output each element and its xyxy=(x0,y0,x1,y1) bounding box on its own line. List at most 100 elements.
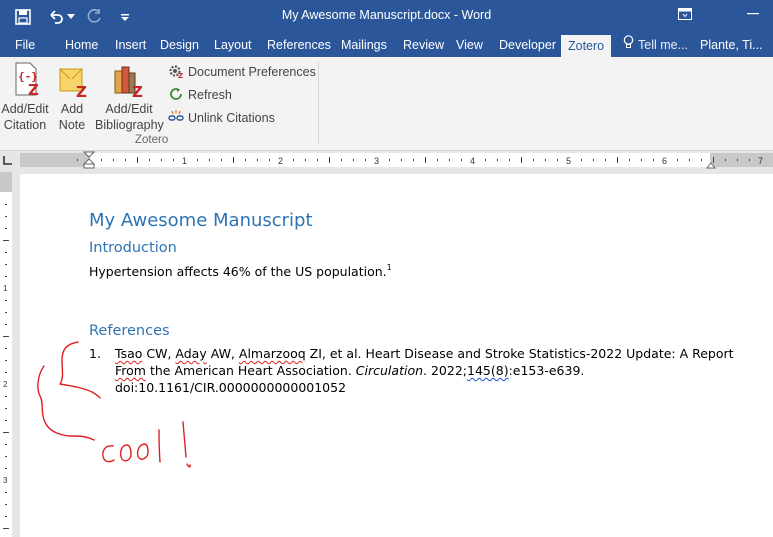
ink-annotation xyxy=(37,341,191,468)
ruler-tick xyxy=(149,159,150,161)
title-bar: My Awesome Manuscript.docx - Word xyxy=(0,0,773,33)
add-note-icon: Z xyxy=(56,61,90,101)
vruler-tick xyxy=(5,468,7,469)
ruler-tick xyxy=(593,159,594,161)
ruler-tick xyxy=(749,159,750,161)
ruler-tick xyxy=(521,157,522,163)
ruler-tick xyxy=(293,159,294,161)
citation-superscript[interactable]: 1 xyxy=(387,263,392,272)
ruler-tick xyxy=(209,159,210,161)
ruler-number: 2 xyxy=(278,156,283,166)
tab-review[interactable]: Review xyxy=(403,33,444,57)
vruler-tick xyxy=(5,504,7,505)
tab-mailings[interactable]: Mailings xyxy=(341,33,387,57)
document-preferences-button[interactable]: Z Document Preferences xyxy=(168,62,316,82)
first-line-indent-marker[interactable] xyxy=(82,151,96,174)
ruler-tick xyxy=(233,157,234,163)
ruler-tick xyxy=(449,159,450,161)
ruler-number: 3 xyxy=(374,156,379,166)
ruler-tick xyxy=(425,157,426,163)
add-note-button[interactable]: Z Add Note xyxy=(56,61,88,133)
ruler-number: 7 xyxy=(758,156,763,166)
ribbon-display-options-icon[interactable] xyxy=(665,0,705,28)
vruler-tick xyxy=(5,300,7,301)
ruler-tick xyxy=(269,159,270,161)
ruler-tick xyxy=(437,159,438,161)
tab-zotero[interactable]: Zotero xyxy=(561,35,612,57)
vruler-tick xyxy=(5,348,7,349)
tab-references[interactable]: References xyxy=(267,33,331,57)
ruler-tick xyxy=(353,159,354,161)
refresh-label: Refresh xyxy=(188,88,232,102)
ruler-tick xyxy=(221,159,222,161)
tell-me-box[interactable]: Tell me... xyxy=(623,33,688,57)
tab-developer[interactable]: Developer xyxy=(499,33,556,57)
vruler-tick xyxy=(3,528,9,529)
add-edit-citation-icon: {-} Z xyxy=(8,61,42,99)
ruler-tick xyxy=(581,159,582,161)
vruler-tick xyxy=(5,408,7,409)
ruler-tick xyxy=(557,159,558,161)
ribbon-group-label: Zotero xyxy=(135,134,169,146)
document-title: My Awesome Manuscript.docx - Word xyxy=(281,8,492,22)
ruler-tick xyxy=(341,159,342,161)
vruler-tick xyxy=(5,216,7,217)
svg-text:Z: Z xyxy=(76,83,87,99)
add-edit-citation-button[interactable]: {-} Z Add/Edit Citation xyxy=(1,61,49,133)
user-name[interactable]: Plante, Ti... xyxy=(700,33,763,57)
ruler-tick xyxy=(617,157,618,163)
ruler-tick xyxy=(737,159,738,161)
ruler-tick xyxy=(545,159,546,161)
ruler-tick xyxy=(461,159,462,161)
refresh-button[interactable]: Refresh xyxy=(168,85,232,105)
unlink-icon xyxy=(168,109,184,128)
tab-insert[interactable]: Insert xyxy=(115,33,146,57)
tab-file[interactable]: File xyxy=(15,33,35,57)
ruler-tick xyxy=(401,159,402,161)
ruler-tick xyxy=(137,157,138,163)
ruler-tick xyxy=(509,159,510,161)
ruler-tick xyxy=(305,159,306,161)
ruler-tick xyxy=(329,157,330,163)
document-page[interactable]: My Awesome Manuscript Introduction Hyper… xyxy=(20,174,773,537)
ruler-tick xyxy=(317,159,318,161)
tab-view[interactable]: View xyxy=(456,33,483,57)
unlink-citations-button[interactable]: Unlink Citations xyxy=(168,108,275,128)
ruler-tick xyxy=(101,159,102,161)
document-preferences-label: Document Preferences xyxy=(188,65,316,79)
refresh-icon xyxy=(168,86,184,105)
ref-text-2f: :e153-e639. xyxy=(508,363,585,378)
add-edit-bibliography-label-1: Add/Edit xyxy=(105,102,153,116)
vruler-tick xyxy=(5,228,7,229)
svg-text:Z: Z xyxy=(132,83,143,99)
tell-me-label: Tell me... xyxy=(638,38,689,52)
tab-layout[interactable]: Layout xyxy=(214,33,252,57)
add-edit-bibliography-button[interactable]: Z Add/Edit Bibliography xyxy=(95,61,164,133)
vruler-tick xyxy=(5,396,7,397)
tab-home[interactable]: Home xyxy=(65,33,98,57)
vruler-tick xyxy=(5,516,7,517)
ruler-ticks: 1 2 3 4 5 6 7 xyxy=(77,156,763,166)
horizontal-ruler[interactable]: 1 2 3 4 5 6 7 xyxy=(20,151,773,169)
ribbon-tabs: File Home Insert Design Layout Reference… xyxy=(0,33,773,57)
ruler-tick xyxy=(113,159,114,161)
vruler-tick xyxy=(5,492,7,493)
tab-design[interactable]: Design xyxy=(160,33,199,57)
vruler-tick xyxy=(5,360,7,361)
minimize-icon[interactable] xyxy=(733,0,773,28)
ref-text-1f: ZI, et al. Heart Disease and Stroke Stat… xyxy=(305,346,734,361)
ruler-tick xyxy=(365,159,366,161)
ruler-number: 4 xyxy=(470,156,475,166)
ruler-tick xyxy=(629,159,630,161)
vruler-tick xyxy=(3,432,9,433)
vruler-tick xyxy=(5,204,7,205)
add-edit-bibliography-icon: Z xyxy=(112,61,146,101)
ruler-number: 1 xyxy=(182,156,187,166)
ruler-tick xyxy=(245,159,246,161)
right-indent-marker[interactable] xyxy=(705,156,717,174)
vertical-ruler[interactable]: 1 2 3 xyxy=(0,172,12,537)
vruler-tick xyxy=(5,312,7,313)
ruler-tick xyxy=(257,159,258,161)
ruler-tick xyxy=(161,159,162,161)
tab-selector-icon[interactable] xyxy=(0,152,16,168)
